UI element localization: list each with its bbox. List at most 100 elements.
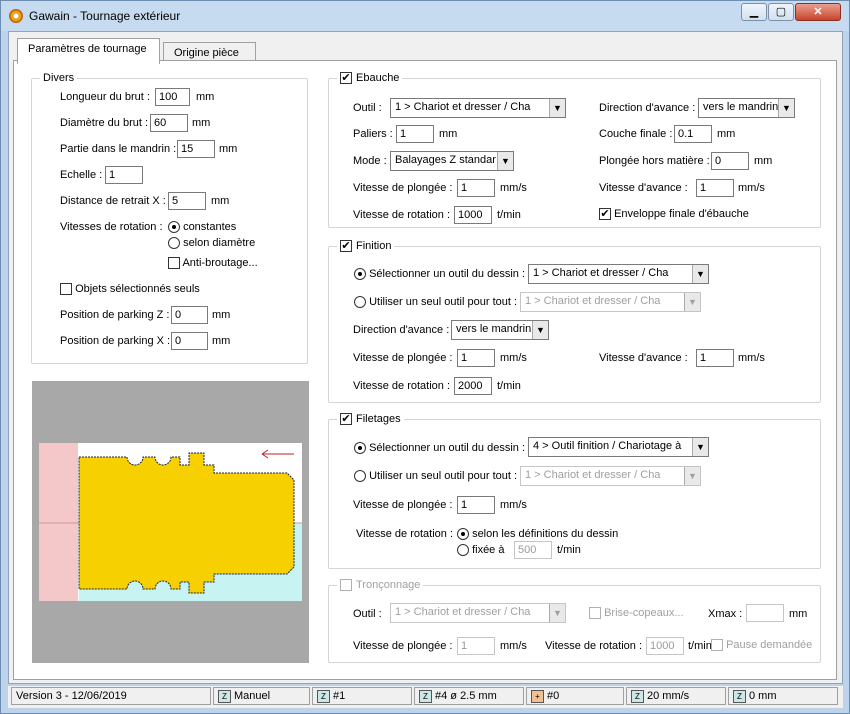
fixee-radio[interactable]: fixée à: [457, 544, 504, 557]
finition-opt2-radio[interactable]: Utiliser un seul outil pour tout :: [354, 296, 517, 309]
filetages-opt1-radio[interactable]: Sélectionner un outil du dessin :: [354, 442, 525, 455]
fixee-unit: t/min: [557, 544, 581, 556]
fixee-input[interactable]: 500: [514, 541, 552, 559]
tab-panel: Divers Longueur du brut : 100 mm Diamètr…: [13, 60, 837, 680]
ebauche-plongee-unit: mm/s: [500, 182, 527, 194]
status-bar: Version 3 - 12/06/2019 Z Manuel Z #1 Z #4 ø…: [8, 686, 843, 708]
vitesses-label: Vitesses de rotation :: [60, 221, 163, 233]
anti-broutage-checkbox[interactable]: Anti-broutage...: [168, 257, 258, 270]
tronconnage-plongee-unit: mm/s: [500, 640, 527, 652]
couche-input[interactable]: 0.1: [674, 125, 712, 143]
ebauche-avance-input[interactable]: 1: [696, 179, 734, 197]
parkx-input[interactable]: 0: [171, 332, 208, 350]
status-position: Z0 mm: [728, 687, 838, 705]
status-tool-info: Z #4 ø 2.5 mm: [414, 687, 524, 705]
ebauche-plongee-input[interactable]: 1: [457, 179, 495, 197]
longueur-unit: mm: [196, 91, 215, 103]
filetages-plongee-label: Vitesse de plongée :: [353, 499, 453, 511]
tronconnage-outil-select[interactable]: 1 > Chariot et dresser / Cha ▼: [390, 603, 566, 623]
diametre-label: Diamètre du brut :: [60, 117, 149, 129]
ebauche-avance-label: Vitesse d'avance :: [599, 182, 688, 194]
finition-plongee-input[interactable]: 1: [457, 349, 495, 367]
tronconnage-plongee-input[interactable]: 1: [457, 637, 495, 655]
parkz-label: Position de parking Z :: [60, 309, 170, 321]
gawain-logo-icon: [9, 9, 23, 23]
finition-avance-label: Vitesse d'avance :: [599, 352, 688, 364]
finition-direction-label: Direction d'avance :: [353, 324, 450, 336]
partie-unit: mm: [219, 143, 238, 155]
finition-title[interactable]: ✔ Finition: [337, 240, 395, 252]
maximize-button[interactable]: ▢: [768, 3, 794, 21]
constantes-radio[interactable]: constantes: [168, 221, 236, 234]
retrait-unit: mm: [211, 195, 230, 207]
plongee-hm-label: Plongée hors matière :: [599, 155, 710, 167]
part-preview: [32, 381, 309, 663]
title-bar: Gawain - Tournage extérieur ▁ ▢ ✕: [1, 1, 849, 31]
close-button[interactable]: ✕: [795, 3, 841, 21]
enveloppe-checkbox[interactable]: ✔ Enveloppe finale d'ébauche: [599, 208, 749, 221]
retrait-input[interactable]: 5: [168, 192, 206, 210]
couche-unit: mm: [717, 128, 736, 140]
filetages-plongee-unit: mm/s: [500, 499, 527, 511]
status-mode: Z Manuel: [213, 687, 310, 705]
echelle-label: Echelle :: [60, 169, 103, 181]
finition-rotation-label: Vitesse de rotation :: [353, 380, 451, 392]
minimize-button[interactable]: ▁: [741, 3, 767, 21]
position-icon: Z: [733, 689, 746, 703]
status-origin: + #0: [526, 687, 624, 705]
status-version: Version 3 - 12/06/2019: [11, 687, 211, 705]
ebauche-direction-select[interactable]: vers le mandrin ▼: [698, 98, 795, 118]
ebauche-plongee-label: Vitesse de plongée :: [353, 182, 453, 194]
filetages-rotation-label: Vitesse de rotation :: [356, 528, 454, 540]
objets-checkbox[interactable]: Objets sélectionnés seuls: [60, 283, 200, 296]
filetages-outil-select[interactable]: 4 > Outil finition / Chariotage à ▼: [528, 437, 709, 457]
filetages-seul-select[interactable]: 1 > Chariot et dresser / Cha ▼: [520, 466, 701, 486]
xmax-input[interactable]: [746, 604, 784, 622]
finition-rotation-unit: t/min: [497, 380, 521, 392]
finition-plongee-label: Vitesse de plongée :: [353, 352, 453, 364]
tab-parametres-tournage[interactable]: Paramètres de tournage: [17, 38, 160, 64]
origin-icon: +: [531, 689, 544, 703]
tool-icon: Z: [317, 689, 330, 703]
retrait-label: Distance de retrait X :: [60, 195, 166, 207]
xmax-label: Xmax :: [708, 608, 743, 620]
diametre-input[interactable]: 60: [150, 114, 188, 132]
filetages-plongee-input[interactable]: 1: [457, 496, 495, 514]
mode-select[interactable]: Balayages Z standar ▼: [390, 151, 514, 171]
echelle-input[interactable]: 1: [105, 166, 143, 184]
parkz-input[interactable]: 0: [171, 306, 208, 324]
partie-input[interactable]: 15: [177, 140, 215, 158]
tronconnage-plongee-label: Vitesse de plongée :: [353, 640, 453, 652]
pause-checkbox[interactable]: Pause demandée: [711, 639, 812, 652]
finition-outil-select[interactable]: 1 > Chariot et dresser / Cha ▼: [528, 264, 709, 284]
selon-diametre-radio[interactable]: selon diamètre: [168, 237, 255, 250]
ebauche-rotation-label: Vitesse de rotation :: [353, 209, 451, 221]
ebauche-title[interactable]: ✔ Ebauche: [337, 72, 403, 84]
divers-title: Divers: [40, 72, 78, 84]
filetages-opt2-radio[interactable]: Utiliser un seul outil pour tout :: [354, 470, 517, 483]
longueur-input[interactable]: 100: [155, 88, 190, 106]
tronconnage-title[interactable]: Tronçonnage: [337, 579, 424, 591]
ebauche-outil-label: Outil :: [353, 102, 382, 114]
mode-icon: Z: [218, 689, 231, 703]
ebauche-rotation-input[interactable]: 1000: [454, 206, 492, 224]
tronconnage-rotation-input[interactable]: 1000: [646, 637, 684, 655]
ebauche-outil-select[interactable]: 1 > Chariot et dresser / Cha ▼: [390, 98, 566, 118]
selon-definitions-radio[interactable]: selon les définitions du dessin: [457, 528, 618, 541]
plongee-hm-input[interactable]: 0: [711, 152, 749, 170]
filetages-title[interactable]: ✔ Filetages: [337, 413, 404, 425]
plongee-hm-unit: mm: [754, 155, 773, 167]
finition-direction-select[interactable]: vers le mandrin ▼: [451, 320, 549, 340]
xmax-unit: mm: [789, 608, 808, 620]
finition-opt1-radio[interactable]: Sélectionner un outil du dessin :: [354, 268, 525, 281]
paliers-input[interactable]: 1: [396, 125, 434, 143]
longueur-label: Longueur du brut :: [60, 91, 150, 103]
finition-rotation-input[interactable]: 2000: [454, 377, 492, 395]
couche-label: Couche finale :: [599, 128, 673, 140]
finition-avance-input[interactable]: 1: [696, 349, 734, 367]
diametre-unit: mm: [192, 117, 211, 129]
tronconnage-outil-label: Outil :: [353, 608, 382, 620]
brise-copeaux-checkbox[interactable]: Brise-copeaux...: [589, 607, 684, 620]
finition-seul-select[interactable]: 1 > Chariot et dresser / Cha ▼: [520, 292, 701, 312]
drill-icon: Z: [419, 689, 432, 703]
